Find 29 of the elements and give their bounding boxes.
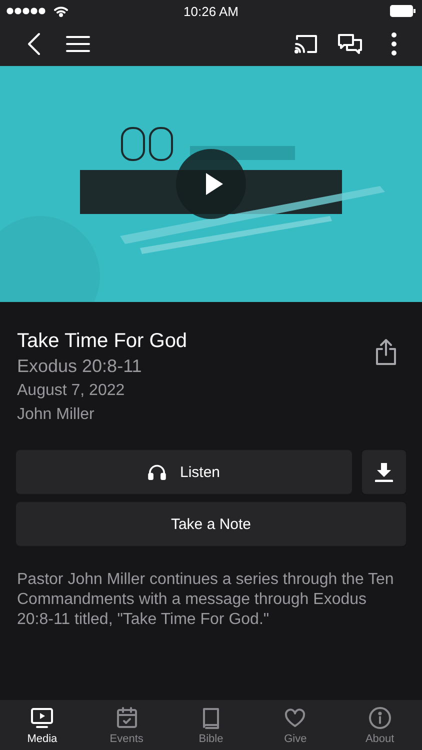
- tab-item[interactable]: Events: [84, 700, 169, 750]
- menu-icon: [66, 35, 90, 53]
- wifi-icon: [54, 6, 68, 16]
- status-time: 10:26 AM: [184, 4, 238, 18]
- tab-item[interactable]: About: [338, 700, 422, 750]
- heart-icon: [283, 706, 308, 730]
- scripture-reference: Exodus 20:8-11: [17, 355, 143, 378]
- tab-item[interactable]: Media: [0, 700, 84, 750]
- sermon-date: August 7, 2022: [17, 381, 126, 401]
- headphones-icon: [148, 464, 166, 480]
- tv-icon: [30, 706, 54, 730]
- listen-button[interactable]: Listen: [16, 450, 352, 494]
- battery-icon: [390, 5, 416, 17]
- info-icon: [368, 706, 392, 730]
- more-icon: [391, 32, 397, 56]
- sermon-title: Take Time For God: [17, 329, 188, 354]
- tab-item[interactable]: Bible: [168, 700, 254, 750]
- take-note-button[interactable]: Take a Note: [16, 502, 406, 546]
- play-icon: [204, 172, 224, 196]
- download-button[interactable]: [362, 450, 406, 494]
- calendar-icon: [114, 706, 139, 730]
- download-icon: [375, 462, 393, 482]
- share-icon: [376, 338, 396, 366]
- speaker-name: John Miller: [17, 405, 96, 425]
- sermon-description: Pastor John Miller continues a series through the Ten Commandments with a message through Exodus 20:8-11 titled, "Take Time For God.": [17, 570, 395, 630]
- tab-item[interactable]: Give: [253, 700, 338, 750]
- cast-icon: [294, 34, 318, 54]
- back-icon: [27, 32, 41, 56]
- chat-bubbles-icon: [338, 33, 362, 55]
